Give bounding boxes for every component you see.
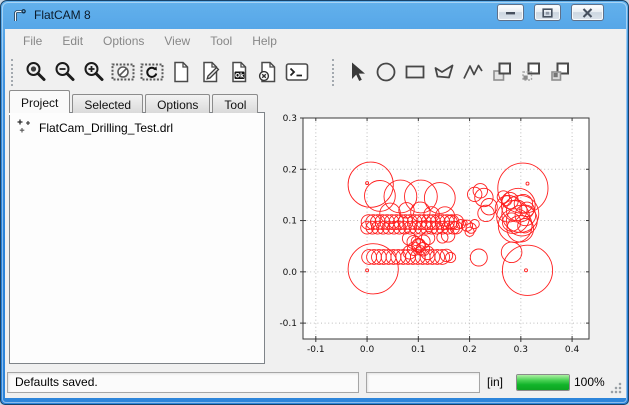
y-tick-label: 0.0 [283,268,298,278]
tree-item-label: FlatCam_Drilling_Test.drl [39,121,173,135]
main-toolbar: Ok [5,58,311,87]
draw-polygon-icon [432,60,456,84]
plot-figure[interactable]: -0.1 0.0 0.1 0.2 0.3 0.4 -0.1 0.0 0.1 0.2 0.3 [269,97,624,368]
polygon-subtract-button[interactable] [516,58,545,87]
tab-options[interactable]: Options [145,94,210,113]
y-tick-label: -0.1 [279,319,297,329]
x-tick-label: 0.1 [411,345,425,355]
draw-path-button[interactable] [458,58,487,87]
x-tick-label: 0.3 [514,345,528,355]
polygon-intersect-icon [548,60,572,84]
polygon-subtract-icon [519,60,543,84]
menu-edit[interactable]: Edit [52,31,93,51]
menu-tool[interactable]: Tool [200,31,242,51]
draw-rectangle-button[interactable] [400,58,429,87]
zoom-fit-button[interactable] [21,58,50,87]
y-tick-label: 0.2 [283,165,297,175]
window-content: FileEditOptionsViewToolHelp Ok ProjectSe… [5,29,626,398]
open-project-icon [198,60,222,84]
tree-item[interactable]: FlatCam_Drilling_Test.drl [10,113,264,137]
clear-plot-icon [111,60,135,84]
open-project-button[interactable] [195,58,224,87]
geometry-editor-toolbar [326,58,574,87]
svg-text:Ok: Ok [234,72,244,79]
titlebar[interactable]: FlatCAM 8 [1,1,628,29]
zoom-in-button[interactable] [79,58,108,87]
run-script-icon: Ok [227,60,251,84]
tab-tool[interactable]: Tool [212,94,258,113]
shell-icon [285,60,309,84]
x-tick-label: 0.0 [360,345,375,355]
caption-buttons [497,4,604,21]
x-tick-label: 0.2 [462,345,476,355]
tab-project[interactable]: Project [9,90,70,113]
draw-path-icon [461,60,485,84]
zoom-in-icon [82,60,106,84]
tab-selected[interactable]: Selected [72,94,143,113]
new-project-icon [169,60,193,84]
menu-help[interactable]: Help [242,31,287,51]
menubar: FileEditOptionsViewToolHelp [5,29,626,53]
zoom-out-icon [53,60,77,84]
polygon-union-icon [490,60,514,84]
resize-grip[interactable] [609,381,623,395]
maximize-button[interactable] [534,4,561,21]
project-tree-panel[interactable]: FlatCam_Drilling_Test.drl [9,112,265,364]
progress-bar [516,374,570,391]
menu-options[interactable]: Options [93,31,154,51]
progress-bar-fill [517,375,569,390]
shell-button[interactable] [282,58,311,87]
flatcam-window: FlatCAM 8 FileEditOptionsViewToolHelp Ok… [0,0,629,405]
progress-percent-label: 100% [574,372,605,393]
polygon-union-button[interactable] [487,58,516,87]
drill-object-icon [16,118,32,137]
x-tick-label: -0.1 [307,345,325,355]
toolbar: Ok [5,53,626,91]
window-title: FlatCAM 8 [34,8,91,22]
toolbar-drag-handle[interactable] [11,59,16,86]
menu-file[interactable]: File [13,31,52,51]
activity-field [366,372,480,393]
flatcam-logo-icon [11,7,28,24]
units-label: [in] [487,372,503,393]
select-icon [345,60,369,84]
run-script-button[interactable]: Ok [224,58,253,87]
delete-object-button[interactable] [253,58,282,87]
zoom-fit-icon [24,60,48,84]
x-tick-label: 0.4 [565,345,580,355]
status-message: Defaults saved. [7,372,359,393]
plot-canvas[interactable]: -0.1 0.0 0.1 0.2 0.3 0.4 -0.1 0.0 0.1 0.2 0.3 [269,97,624,368]
y-tick-label: 0.3 [283,114,297,124]
zoom-out-button[interactable] [50,58,79,87]
replot-button[interactable] [137,58,166,87]
statusbar: Defaults saved. [in] 100% [5,368,626,398]
y-tick-label: 0.1 [283,217,297,227]
select-button[interactable] [342,58,371,87]
draw-circle-icon [374,60,398,84]
minimize-button[interactable] [497,4,524,21]
notebook-tabs: ProjectSelectedOptionsTool [9,90,260,113]
close-button[interactable] [571,4,604,21]
delete-object-icon [256,60,280,84]
draw-polygon-button[interactable] [429,58,458,87]
toolbar-drag-handle[interactable] [332,59,337,86]
draw-circle-button[interactable] [371,58,400,87]
replot-icon [140,60,164,84]
clear-plot-button[interactable] [108,58,137,87]
new-project-button[interactable] [166,58,195,87]
menu-view[interactable]: View [154,31,200,51]
draw-rectangle-icon [403,60,427,84]
polygon-intersect-button[interactable] [545,58,574,87]
